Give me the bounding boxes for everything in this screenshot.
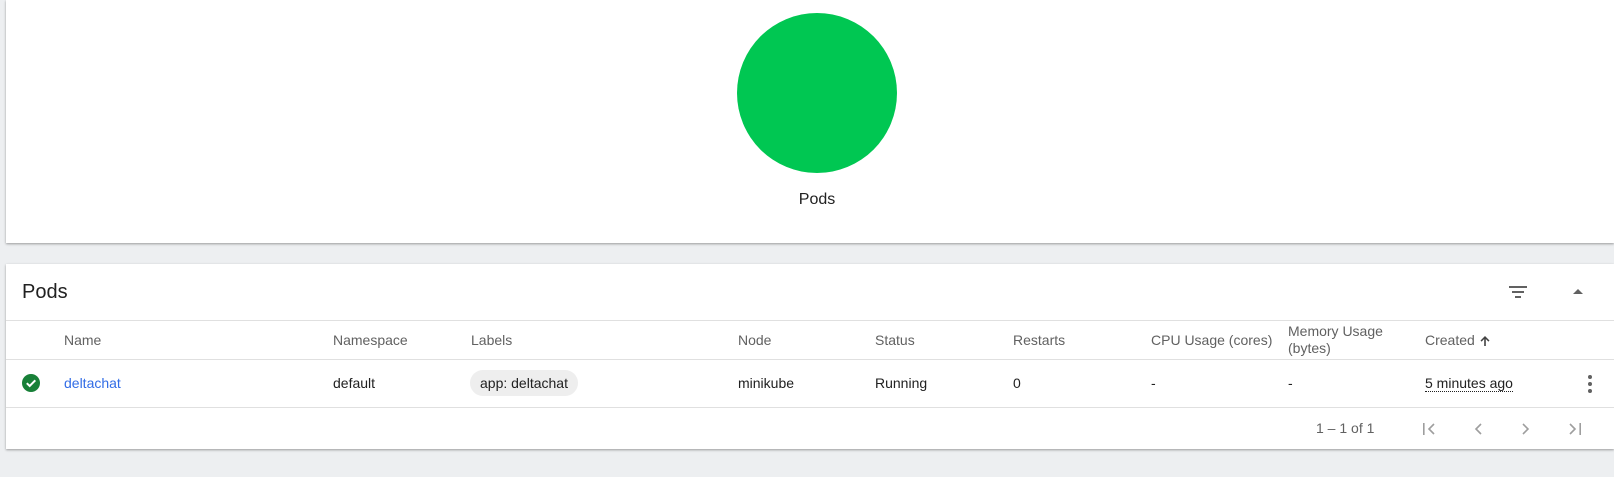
table-row: deltachat default app: deltachat minikub…	[6, 360, 1614, 408]
pod-node: minikube	[738, 375, 795, 391]
memory-header-line1: Memory Usage	[1288, 323, 1383, 339]
pod-namespace: default	[333, 375, 376, 391]
pods-card: Pods Name Namespace Labels Node Status R…	[6, 264, 1614, 449]
pods-status-chart	[737, 13, 897, 173]
filter-button[interactable]	[1502, 276, 1534, 308]
created-header-label: Created	[1425, 332, 1475, 348]
pod-created-value: 5 minutes ago	[1425, 375, 1513, 392]
check-circle-icon	[22, 374, 40, 392]
pod-name-link[interactable]: deltachat	[64, 375, 121, 392]
table-header-row: Name Namespace Labels Node Status Restar…	[6, 321, 1614, 360]
pod-cpu: -	[1151, 375, 1156, 391]
last-page-button[interactable]	[1558, 413, 1590, 445]
collapse-button[interactable]	[1562, 276, 1594, 308]
column-header-cpu[interactable]: CPU Usage (cores)	[1151, 332, 1272, 349]
workload-status-card: Pods	[6, 0, 1614, 243]
column-header-created[interactable]: Created	[1425, 332, 1491, 349]
card-title: Pods	[22, 281, 68, 303]
label-chip: app: deltachat	[470, 370, 578, 396]
next-page-button[interactable]	[1510, 413, 1542, 445]
column-header-status[interactable]: Status	[875, 332, 915, 349]
chevron-right-icon	[1522, 423, 1530, 435]
arrow-drop-up-icon	[1573, 289, 1583, 294]
first-page-button[interactable]	[1414, 413, 1446, 445]
column-header-labels: Labels	[471, 332, 513, 348]
arrow-upward-icon	[1480, 336, 1490, 346]
paginator: 1 – 1 of 1	[6, 408, 1614, 449]
column-header-namespace[interactable]: Namespace	[333, 332, 408, 349]
pod-created: 5 minutes ago	[1425, 375, 1513, 392]
column-header-node[interactable]: Node	[738, 332, 771, 349]
pod-status: Running	[875, 375, 928, 391]
pod-memory: -	[1288, 375, 1293, 391]
column-header-restarts[interactable]: Restarts	[1013, 332, 1065, 349]
previous-page-button[interactable]	[1462, 413, 1494, 445]
chevron-left-icon	[1474, 423, 1482, 435]
paginator-range-label: 1 – 1 of 1	[1316, 420, 1375, 436]
more-vert-icon	[1588, 375, 1592, 393]
chart-label: Pods	[798, 191, 836, 208]
pod-restarts: 0	[1013, 375, 1021, 391]
last-page-icon	[1569, 423, 1581, 435]
filter-list-icon	[1509, 286, 1527, 298]
memory-header-line2: (bytes)	[1288, 340, 1331, 356]
column-header-name[interactable]: Name	[64, 332, 101, 349]
column-header-memory[interactable]: Memory Usage (bytes)	[1288, 323, 1383, 357]
card-header: Pods	[6, 264, 1614, 321]
row-actions-button[interactable]	[1574, 368, 1606, 400]
first-page-icon	[1423, 423, 1435, 435]
pods-running-slice	[737, 13, 897, 173]
